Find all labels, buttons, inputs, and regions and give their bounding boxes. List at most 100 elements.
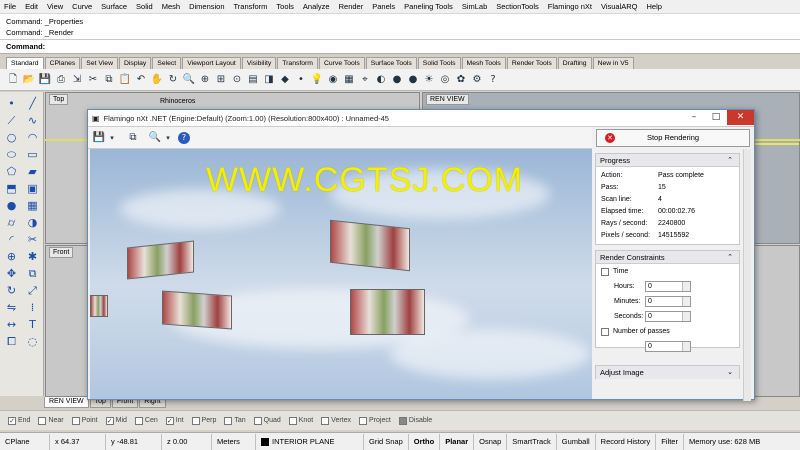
join-icon[interactable]: ⊕ [1, 248, 22, 265]
render-constraints-header[interactable]: Render Constraints ⌃ [596, 251, 739, 264]
time-checkbox-row[interactable]: Time [596, 264, 739, 279]
menu-item-render[interactable]: Render [339, 2, 364, 11]
zoom-extents-icon[interactable]: ⊞ [214, 73, 228, 87]
osnap-near[interactable]: Near [38, 416, 64, 425]
toolbar-tab-drafting[interactable]: Drafting [557, 57, 592, 69]
material-icon[interactable]: ◐ [374, 73, 388, 87]
grid-icon[interactable]: ▦ [342, 73, 356, 87]
osnap-knot[interactable]: Knot [288, 416, 313, 425]
menu-item-panels[interactable]: Panels [372, 2, 395, 11]
copy-icon[interactable]: ⧉ [22, 265, 43, 282]
collapse-icon[interactable]: ⌃ [727, 251, 733, 264]
explode-icon[interactable]: ✱ [22, 248, 43, 265]
copy-icon[interactable]: ⧉ [126, 131, 140, 145]
menu-item-paneling-tools[interactable]: Paneling Tools [404, 2, 453, 11]
passes-checkbox[interactable] [601, 327, 609, 336]
command-input[interactable]: Command: [0, 40, 800, 54]
time-checkbox[interactable] [601, 267, 609, 276]
collapse-icon[interactable]: ⌃ [727, 154, 733, 167]
mesh-icon[interactable]: ▦ [22, 197, 43, 214]
status-toggle-gumball[interactable]: Gumball [557, 433, 596, 450]
cut-icon[interactable]: ✂ [86, 73, 100, 87]
toolbar-tab-new-in-v5[interactable]: New in V5 [592, 57, 634, 69]
status-toggle-planar[interactable]: Planar [440, 433, 475, 450]
toolbar-tab-display[interactable]: Display [119, 57, 152, 69]
osnap-point[interactable]: Point [71, 416, 98, 425]
curve-icon[interactable]: ∿ [22, 112, 43, 129]
status-toggle-osnap[interactable]: Osnap [474, 433, 508, 450]
help-icon[interactable]: ? [486, 73, 500, 87]
minutes-input[interactable]: 0 [645, 296, 691, 307]
toolbar-tab-transform[interactable]: Transform [277, 57, 318, 69]
osnap-checkbox[interactable]: ✓ [105, 416, 114, 425]
sphere-icon[interactable]: ● [406, 73, 420, 87]
toolbar-tab-render-tools[interactable]: Render Tools [506, 57, 557, 69]
cylinder-icon[interactable]: ⌭ [1, 214, 22, 231]
passes-input[interactable]: 0 [645, 341, 691, 352]
progress-header[interactable]: Progress ⌃ [596, 154, 739, 167]
osnap-checkbox[interactable] [134, 416, 143, 425]
zoom-selected-icon[interactable]: ⊙ [230, 73, 244, 87]
zoom-window-icon[interactable]: ⊕ [198, 73, 212, 87]
adjust-image-section[interactable]: Adjust Image ⌄ [595, 365, 740, 379]
render-icon[interactable]: ◉ [326, 73, 340, 87]
osnap-mid[interactable]: ✓ Mid [105, 416, 127, 425]
osnap-checkbox[interactable]: ✓ [8, 416, 16, 425]
polygon-icon[interactable]: ⬠ [1, 163, 22, 180]
toolbar-tab-select[interactable]: Select [152, 57, 182, 69]
osnap-project[interactable]: Project [359, 416, 391, 425]
scale-icon[interactable]: ⤢ [22, 282, 43, 299]
layer-icon[interactable]: ▤ [246, 73, 260, 87]
import-icon[interactable]: ⇲ [70, 73, 84, 87]
trim-icon[interactable]: ✂ [22, 231, 43, 248]
toolbar-tab-viewport-layout[interactable]: Viewport Layout [182, 57, 241, 69]
new-icon[interactable]: 🗋 [6, 73, 20, 87]
toolbar-tab-mesh-tools[interactable]: Mesh Tools [461, 57, 506, 69]
menu-item-flamingo-nxt[interactable]: Flamingo nXt [548, 2, 592, 11]
menu-item-tools[interactable]: Tools [276, 2, 294, 11]
rectangle-icon[interactable]: ▭ [22, 146, 43, 163]
menu-item-mesh[interactable]: Mesh [162, 2, 180, 11]
save-icon[interactable]: 💾 [38, 73, 52, 87]
group-icon[interactable]: ⧠ [1, 333, 22, 350]
fillet-icon[interactable]: ◜ [1, 231, 22, 248]
menu-item-view[interactable]: View [47, 2, 63, 11]
menu-item-help[interactable]: Help [647, 2, 662, 11]
osnap-disable[interactable]: Disable [398, 416, 432, 425]
menu-item-transform[interactable]: Transform [234, 2, 268, 11]
zoom-icon[interactable]: 🔍 [182, 73, 196, 87]
units-label[interactable]: Meters [212, 433, 256, 450]
flamingo-icon[interactable]: ✿ [454, 73, 468, 87]
adjust-image-header[interactable]: Adjust Image ⌄ [596, 366, 739, 379]
dropdown-icon[interactable]: ▾ [164, 131, 172, 145]
osnap-checkbox[interactable] [38, 416, 47, 425]
array-icon[interactable]: ⁞ [22, 299, 43, 316]
toolbar-tab-standard[interactable]: Standard [6, 57, 44, 69]
toolbar-tab-visibility[interactable]: Visibility [241, 57, 277, 69]
viewport-tab-ren-view[interactable]: REN VIEW [44, 397, 89, 408]
menu-item-edit[interactable]: Edit [25, 2, 38, 11]
boolean-icon[interactable]: ◑ [22, 214, 43, 231]
osnap-checkbox[interactable] [71, 416, 80, 425]
rotate-icon[interactable]: ↻ [166, 73, 180, 87]
help-icon[interactable]: ? [178, 131, 190, 144]
osnap-checkbox[interactable] [224, 416, 233, 425]
print-icon[interactable]: ⎙ [54, 73, 68, 87]
status-toggle-record-history[interactable]: Record History [596, 433, 657, 450]
menu-item-dimension[interactable]: Dimension [189, 2, 224, 11]
sphere-icon[interactable]: ● [1, 197, 22, 214]
toolbar-tab-curve-tools[interactable]: Curve Tools [318, 57, 365, 69]
status-toggle-grid-snap[interactable]: Grid Snap [364, 433, 409, 450]
minimize-icon[interactable]: – [683, 110, 705, 125]
osnap-end[interactable]: ✓ End [8, 416, 30, 425]
menu-item-solid[interactable]: Solid [136, 2, 153, 11]
toolbar-tab-cplanes[interactable]: CPlanes [44, 57, 81, 69]
circle-icon[interactable]: ○ [1, 129, 22, 146]
mirror-icon[interactable]: ⇋ [1, 299, 22, 316]
status-toggle-smarttrack[interactable]: SmartTrack [507, 433, 557, 450]
osnap-checkbox[interactable] [253, 416, 262, 425]
save-icon[interactable]: 💾 [92, 131, 106, 145]
osnap-checkbox[interactable] [288, 416, 297, 425]
osnap-perp[interactable]: Perp [191, 416, 216, 425]
toolbar-tab-solid-tools[interactable]: Solid Tools [417, 57, 461, 69]
